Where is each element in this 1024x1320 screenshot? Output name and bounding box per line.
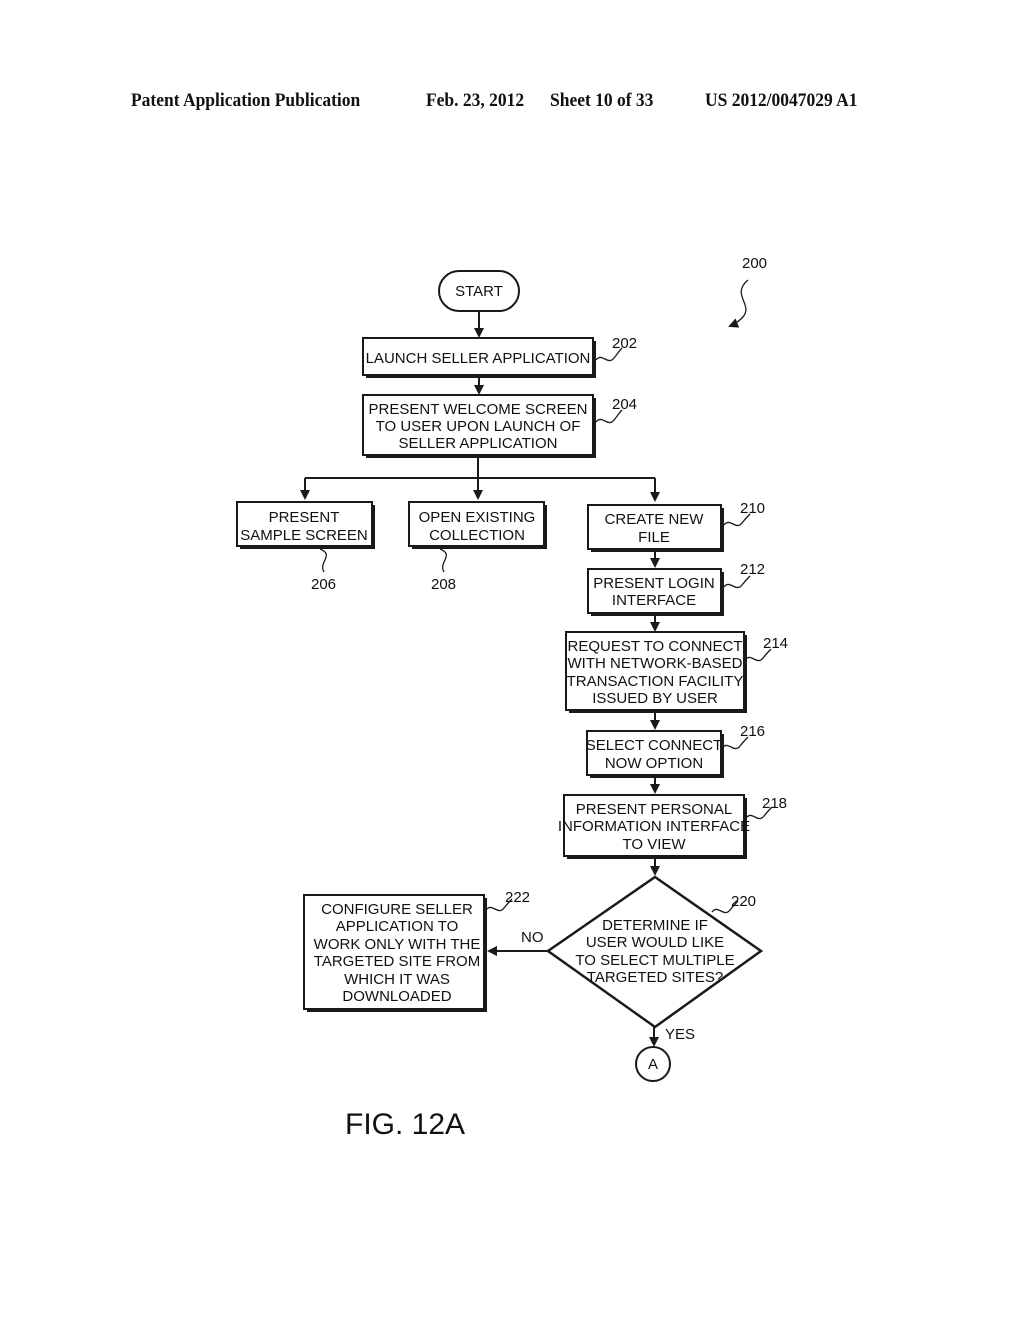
flowchart: 200 START LAUNCH SELLER APPLICATION 202 … (236, 255, 788, 1141)
step-206-text-line1: PRESENT (269, 509, 340, 526)
step-214-text-line3: TRANSACTION FACILITY (567, 673, 744, 690)
step-222-text-line6: DOWNLOADED (342, 988, 451, 1005)
step-222-text-line1: CONFIGURE SELLER (321, 901, 473, 918)
yes-label: YES (665, 1026, 695, 1043)
decision-220-text-line3: TO SELECT MULTIPLE (575, 952, 734, 969)
ref-206-leader (319, 548, 327, 573)
step-216-box: SELECT CONNECT NOW OPTION (586, 730, 724, 778)
step-204-text-line2: TO USER UPON LAUNCH OF (376, 418, 581, 435)
connector-a: A (635, 1046, 671, 1082)
ref-206: 206 (311, 576, 336, 593)
step-208-text-line2: COLLECTION (429, 527, 525, 544)
step-214-box: REQUEST TO CONNECT WITH NETWORK-BASED TR… (565, 631, 747, 713)
step-202-text: LAUNCH SELLER APPLICATION (366, 350, 591, 367)
ref-208-leader (439, 548, 447, 573)
ref-210: 210 (740, 500, 765, 517)
no-label: NO (521, 929, 544, 946)
step-214-text-line1: REQUEST TO CONNECT (567, 638, 742, 655)
start-label: START (455, 283, 503, 300)
step-222-box: CONFIGURE SELLER APPLICATION TO WORK ONL… (303, 894, 487, 1012)
decision-220-text-line1: DETERMINE IF (602, 917, 708, 934)
ref-202: 202 (612, 335, 637, 352)
step-214-text-line4: ISSUED BY USER (592, 690, 718, 707)
step-204-box: PRESENT WELCOME SCREEN TO USER UPON LAUN… (362, 394, 596, 458)
step-212-box: PRESENT LOGIN INTERFACE (587, 568, 724, 616)
figure-label: FIG. 12A (345, 1108, 465, 1141)
decision-220-text-line2: USER WOULD LIKE (586, 934, 724, 951)
step-216-text-line2: NOW OPTION (605, 755, 703, 772)
step-212-text-line2: INTERFACE (612, 592, 696, 609)
ref-204: 204 (612, 396, 637, 413)
ref-222: 222 (505, 889, 530, 906)
ref-212: 212 (740, 561, 765, 578)
step-208-box: OPEN EXISTING COLLECTION (408, 501, 547, 549)
step-204-text-line3: SELLER APPLICATION (399, 435, 558, 452)
step-206-text-line2: SAMPLE SCREEN (240, 527, 368, 544)
step-218-box: PRESENT PERSONAL INFORMATION INTERFACE T… (558, 794, 750, 859)
step-210-text-line1: CREATE NEW (605, 511, 705, 528)
step-210-text-line2: FILE (638, 529, 670, 546)
step-204-text-line1: PRESENT WELCOME SCREEN (369, 401, 588, 418)
step-202-box: LAUNCH SELLER APPLICATION (362, 337, 596, 378)
start-terminal: START (438, 270, 520, 312)
step-216-text-line1: SELECT CONNECT (586, 737, 722, 754)
decision-220: DETERMINE IF USER WOULD LIKE TO SELECT M… (545, 875, 764, 1029)
step-218-text-line2: INFORMATION INTERFACE (558, 818, 750, 835)
ref-216: 216 (740, 723, 765, 740)
connector-a-label: A (648, 1056, 658, 1073)
step-214-text-line2: WITH NETWORK-BASED (568, 655, 743, 672)
ref-218: 218 (762, 795, 787, 812)
figure-ref: 200 (742, 255, 767, 272)
ref-214: 214 (763, 635, 788, 652)
step-210-box: CREATE NEW FILE (587, 504, 724, 552)
step-206-box: PRESENT SAMPLE SCREEN (236, 501, 375, 549)
step-222-text-line4: TARGETED SITE FROM (314, 953, 480, 970)
step-218-text-line3: TO VIEW (622, 836, 686, 853)
ref-220: 220 (731, 893, 756, 910)
decision-220-text-line4: TARGETED SITES? (587, 969, 723, 986)
step-212-text-line1: PRESENT LOGIN (593, 575, 714, 592)
figure-ref-leader (728, 279, 749, 328)
step-222-text-line2: APPLICATION TO (336, 918, 459, 935)
step-222-text-line3: WORK ONLY WITH THE (314, 936, 481, 953)
step-222-text-line5: WHICH IT WAS (344, 971, 450, 988)
step-218-text-line1: PRESENT PERSONAL (576, 801, 732, 818)
ref-208: 208 (431, 576, 456, 593)
step-208-text-line1: OPEN EXISTING (419, 509, 536, 526)
